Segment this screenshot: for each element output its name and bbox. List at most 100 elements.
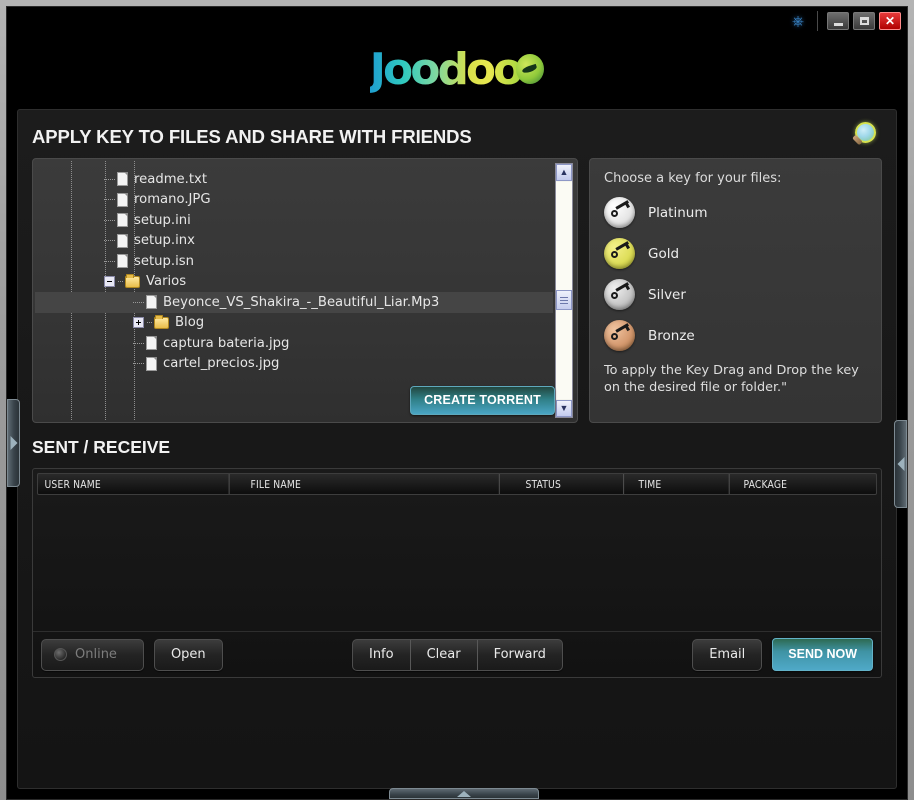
collapse-minus-icon[interactable] xyxy=(104,276,115,288)
clear-button[interactable]: Clear xyxy=(411,639,478,670)
tree-connector xyxy=(133,363,144,365)
column-header[interactable]: TIME xyxy=(632,474,730,494)
tree-node-label: setup.isn xyxy=(134,253,194,269)
column-header[interactable]: STATUS xyxy=(519,474,625,494)
expand-plus-icon[interactable] xyxy=(133,317,144,329)
left-panel-handle[interactable] xyxy=(7,399,20,487)
transfers-table-header: USER NAME FILE NAME STATUS TIME PACKAGE xyxy=(37,473,877,495)
key-option-gold[interactable]: Gold xyxy=(604,233,867,274)
tree-node-label: Blog xyxy=(175,315,205,331)
page-title: APPLY KEY TO FILES AND SHARE WITH FRIEND… xyxy=(32,126,472,147)
key-chooser-panel: Choose a key for your files: Platinum Gol… xyxy=(589,158,882,423)
column-header[interactable]: FILE NAME xyxy=(244,474,500,494)
right-panel-handle[interactable] xyxy=(894,420,907,508)
maximize-button[interactable] xyxy=(853,12,875,30)
application-window: ⎈ ✕ Joodoo APPLY KEY TO FILES AND SHARE … xyxy=(6,6,908,800)
tree-node[interactable]: romano.JPG xyxy=(35,190,553,211)
minimize-button[interactable] xyxy=(827,12,849,30)
send-now-button[interactable]: SEND NOW xyxy=(772,638,874,671)
file-icon xyxy=(117,172,128,187)
file-tree-list[interactable]: readme.txt romano.JPG setup.ini setup.inx se… xyxy=(35,169,553,420)
open-button[interactable]: Open xyxy=(153,638,223,671)
scroll-up-button[interactable]: ▲ xyxy=(556,164,572,181)
tree-node[interactable]: captura bateria.jpg xyxy=(35,333,553,354)
section-header: APPLY KEY TO FILES AND SHARE WITH FRIEND… xyxy=(32,110,882,158)
info-button[interactable]: Info xyxy=(353,639,411,670)
scrollbar-track[interactable] xyxy=(556,182,572,399)
scrollbar-thumb[interactable] xyxy=(556,290,572,310)
main-panel: APPLY KEY TO FILES AND SHARE WITH FRIEND… xyxy=(17,109,897,789)
file-icon xyxy=(117,213,128,228)
file-icon xyxy=(146,295,157,310)
key-icon[interactable] xyxy=(604,320,635,351)
app-root: ⎈ ✕ Joodoo APPLY KEY TO FILES AND SHARE … xyxy=(0,0,914,800)
create-torrent-button[interactable]: CREATE TORRENT xyxy=(410,386,555,415)
tree-node-label: Beyonce_VS_Shakira_-_Beautiful_Liar.Mp3 xyxy=(163,294,440,310)
tree-node[interactable]: Beyonce_VS_Shakira_-_Beautiful_Liar.Mp3 xyxy=(35,292,553,313)
tree-connector xyxy=(104,260,115,262)
close-icon: ✕ xyxy=(884,14,896,28)
tree-node[interactable]: setup.isn xyxy=(35,251,553,272)
tree-node[interactable]: setup.inx xyxy=(35,231,553,252)
tree-node[interactable]: readme.txt xyxy=(35,169,553,190)
power-icon[interactable]: ⎈ xyxy=(785,11,811,31)
key-icon[interactable] xyxy=(604,197,635,228)
logo-leaf-icon xyxy=(516,54,545,84)
logo-text: Joodoo xyxy=(369,43,524,95)
key-option-bronze[interactable]: Bronze xyxy=(604,315,867,356)
forward-button[interactable]: Forward xyxy=(478,640,562,670)
tree-node[interactable]: cartel_precios.jpg xyxy=(35,354,553,375)
tree-node-label: romano.JPG xyxy=(134,192,211,208)
file-tree-inner: readme.txt romano.JPG setup.ini setup.inx se… xyxy=(35,161,575,420)
tree-connector xyxy=(133,342,144,344)
scroll-down-button[interactable]: ▼ xyxy=(556,400,572,417)
tree-node[interactable]: Blog xyxy=(35,313,553,334)
file-tree-panel: readme.txt romano.JPG setup.ini setup.inx se… xyxy=(32,158,578,423)
online-status-icon xyxy=(54,647,67,661)
key-option-silver[interactable]: Silver xyxy=(604,274,867,315)
bottom-panel-handle[interactable] xyxy=(389,788,539,799)
tree-node[interactable]: setup.ini xyxy=(35,210,553,231)
close-button[interactable]: ✕ xyxy=(879,12,901,30)
sent-receive-title: SENT / RECEIVE xyxy=(32,437,171,457)
tree-node[interactable]: Varios xyxy=(35,272,553,293)
tree-node-label: readme.txt xyxy=(134,171,207,187)
email-button[interactable]: Email xyxy=(692,638,763,671)
tree-connector xyxy=(104,178,115,180)
title-bar: ⎈ ✕ xyxy=(7,7,907,35)
expand-up-arrow-icon xyxy=(457,791,471,797)
tree-connector xyxy=(133,301,144,303)
column-header[interactable]: USER NAME xyxy=(38,474,230,494)
folder-icon xyxy=(154,314,169,329)
tree-node-label: captura bateria.jpg xyxy=(163,335,290,351)
online-button[interactable]: Online xyxy=(41,638,144,671)
file-icon xyxy=(146,356,157,371)
file-icon xyxy=(117,192,128,207)
search-icon[interactable] xyxy=(848,120,882,154)
key-chooser-lead: Choose a key for your files: xyxy=(604,171,782,186)
tree-scrollbar[interactable]: ▲ ▼ xyxy=(555,163,573,418)
brand-logo: Joodoo xyxy=(7,35,907,103)
folder-icon xyxy=(125,273,140,288)
file-icon xyxy=(146,336,157,351)
file-icon xyxy=(117,233,128,248)
tree-node-label: Varios xyxy=(146,274,187,290)
key-icon[interactable] xyxy=(604,238,635,269)
key-list: Platinum Gold Silver Bronze xyxy=(604,192,867,356)
top-row: readme.txt romano.JPG setup.ini setup.inx se… xyxy=(32,158,882,423)
tree-connector xyxy=(104,219,115,221)
tree-connector xyxy=(147,322,152,324)
transfers-toolbar: Online Open Info Clear Forward Email SEND … xyxy=(33,631,881,677)
key-icon[interactable] xyxy=(604,279,635,310)
key-option-platinum[interactable]: Platinum xyxy=(604,192,867,233)
column-header[interactable]: PACKAGE xyxy=(737,474,866,494)
key-label: Gold xyxy=(648,245,680,262)
online-label: Online xyxy=(75,646,117,662)
minimize-icon xyxy=(833,23,843,26)
window-controls: ⎈ ✕ xyxy=(785,11,901,31)
transfers-table-body[interactable] xyxy=(33,495,881,631)
